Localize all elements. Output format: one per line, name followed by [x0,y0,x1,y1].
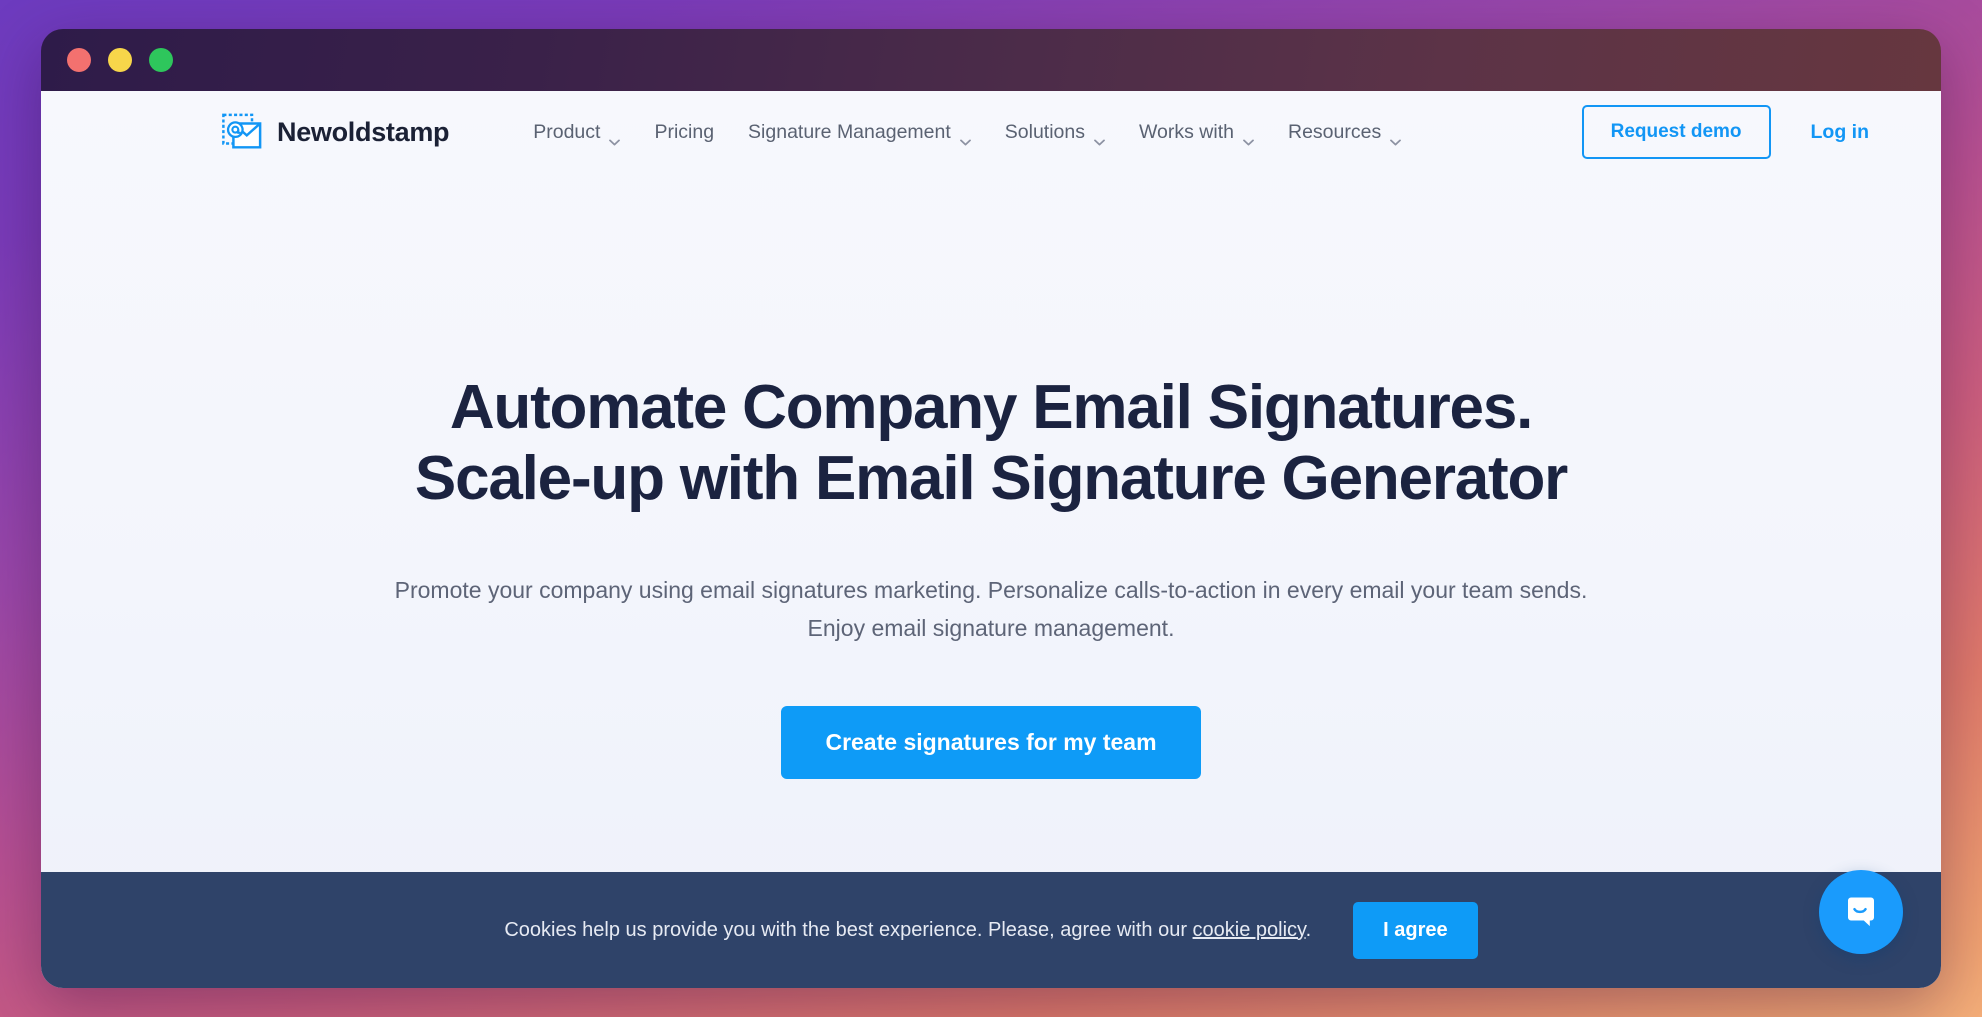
nav-item-signature-management[interactable]: Signature Management [748,120,971,145]
hero-title-line-1: Automate Company Email Signatures. [449,373,1534,442]
chevron-down-icon [1243,129,1254,145]
traffic-light-group [67,48,173,72]
create-signatures-button[interactable]: Create signatures for my team [781,706,1201,780]
page-title: Automate Company Email Signatures. Scale… [414,373,1568,514]
main-navigation: Product Pricing Signature Management Sol… [533,120,1402,145]
brand-name: Newoldstamp [277,116,450,147]
chevron-down-icon [609,129,621,145]
chevron-down-icon [959,129,971,145]
nav-label: Solutions [1004,120,1085,143]
chat-launcher-button[interactable] [1819,870,1903,954]
cookie-consent-banner: Cookies help us provide you with the bes… [41,872,1941,988]
browser-window: Newoldstamp Product Pricing Signature Ma… [41,29,1941,988]
nav-item-pricing[interactable]: Pricing [654,121,714,144]
nav-item-product[interactable]: Product [533,120,621,145]
stamp-envelope-at-icon [221,112,263,152]
page-viewport: Newoldstamp Product Pricing Signature Ma… [41,91,1941,988]
cookie-text-before: Cookies help us provide you with the bes… [504,918,1193,941]
close-window-button[interactable] [67,48,91,72]
nav-item-resources[interactable]: Resources [1287,120,1402,145]
request-demo-button[interactable]: Request demo [1581,105,1771,159]
agree-button[interactable]: I agree [1353,901,1478,959]
nav-label: Resources [1287,120,1382,143]
nav-label: Product [533,120,601,143]
brand-logo[interactable]: Newoldstamp [221,112,450,152]
chevron-down-icon [1390,129,1402,145]
hero-section: Automate Company Email Signatures. Scale… [41,173,1941,872]
nav-item-solutions[interactable]: Solutions [1004,120,1105,145]
hero-title-line-2: Scale-up with Email Signature Generator [414,443,1568,513]
chat-bubble-smile-icon [1840,891,1882,933]
cookie-text-after: . [1305,918,1312,941]
nav-label: Pricing [654,120,715,143]
login-link[interactable]: Log in [1811,121,1869,144]
cookie-banner-text: Cookies help us provide you with the bes… [504,919,1311,942]
minimize-window-button[interactable] [108,48,132,72]
header-actions: Request demo Log in [1581,105,1869,159]
nav-item-works-with[interactable]: Works with [1138,120,1254,145]
nav-label: Works with [1138,120,1234,143]
hero-subtitle: Promote your company using email signatu… [394,577,1588,642]
nav-label: Signature Management [748,120,951,143]
maximize-window-button[interactable] [149,48,173,72]
window-titlebar [41,29,1941,91]
site-header: Newoldstamp Product Pricing Signature Ma… [41,91,1941,173]
cookie-policy-link[interactable]: cookie policy [1193,919,1306,941]
chevron-down-icon [1094,129,1105,145]
